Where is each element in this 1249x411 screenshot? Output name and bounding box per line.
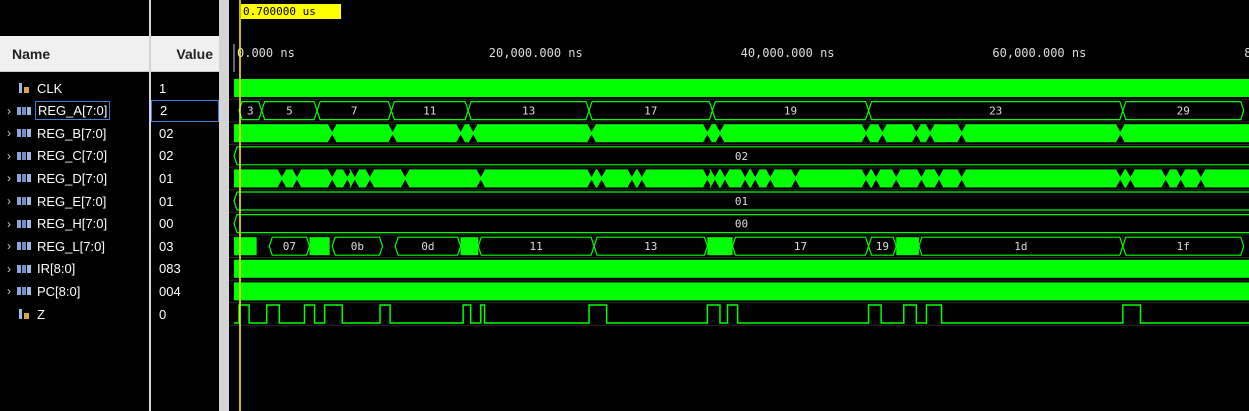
wave-bus-value: 19 [784, 105, 797, 118]
wave-solid [896, 237, 919, 256]
signal-row-ir[interactable]: › IR[8:0] [0, 258, 149, 280]
bus-signal-icon [16, 239, 32, 253]
signal-name[interactable]: REG_C[7:0] [35, 147, 109, 164]
ruler-tick-label: 40,000.000 ns [741, 46, 835, 60]
ruler-tick-label: 0.000 ns [237, 46, 295, 60]
signal-name[interactable]: REG_E[7:0] [35, 193, 108, 210]
wave-bus-value: 17 [644, 105, 657, 118]
wave-bus-value: 23 [989, 105, 1002, 118]
signal-row-reg_d[interactable]: › REG_D[7:0] [0, 167, 149, 189]
name-column-header[interactable]: Name [0, 36, 149, 72]
wave-solid [460, 237, 479, 256]
signal-name[interactable]: REG_D[7:0] [35, 170, 109, 187]
ruler-tick-label: 20,000.000 ns [489, 46, 583, 60]
wave-bus-value: 5 [286, 105, 293, 118]
wave-bus-value: 00 [735, 218, 748, 231]
signal-value[interactable]: 004 [151, 280, 219, 302]
signal-name[interactable]: REG_A[7:0] [35, 101, 111, 121]
wave-bus-value: 1f [1177, 240, 1190, 253]
wave-solid [309, 237, 330, 256]
signal-name[interactable]: Z [35, 306, 47, 323]
value-column-header[interactable]: Value [151, 36, 219, 72]
waveform-viewer: Name Value 0.000 ns 20,000.000 ns 40,000.0… [0, 0, 1249, 411]
wave-solid [234, 237, 257, 256]
wave-solid [234, 79, 1249, 97]
expand-chevron-icon[interactable]: › [2, 104, 16, 118]
signal-row-reg_e[interactable]: › REG_E[7:0] [0, 190, 149, 212]
bit-signal-icon [16, 81, 32, 95]
waveform-canvas[interactable]: 0.000 ns 20,000.000 ns 40,000.000 ns 60,000… [229, 0, 1249, 411]
signal-name[interactable]: CLK [35, 80, 64, 97]
expand-chevron-icon[interactable]: › [2, 194, 16, 208]
wave-digital [234, 304, 1249, 324]
panel-splitter[interactable] [219, 0, 229, 411]
bus-signal-icon [16, 217, 32, 231]
wave-bus-value: 7 [351, 105, 358, 118]
bus-signal-icon [16, 126, 32, 140]
wave-bus-value: 0b [351, 240, 364, 253]
signal-name[interactable]: REG_B[7:0] [35, 125, 108, 142]
wave-bus-value: 11 [423, 105, 436, 118]
signal-value[interactable]: 1 [151, 77, 219, 99]
ruler-tick-label: 8 [1244, 46, 1249, 60]
wave-solid [234, 282, 1249, 301]
signal-value[interactable]: 02 [151, 145, 219, 167]
bus-signal-icon [16, 171, 32, 185]
bus-signal-icon [16, 262, 32, 276]
wave-bus-value: 13 [644, 240, 657, 253]
bus-signal-icon [16, 104, 32, 118]
bus-signal-icon [16, 194, 32, 208]
wave-bus-value: 29 [1177, 105, 1190, 118]
expand-chevron-icon[interactable]: › [2, 284, 16, 298]
signal-row-reg_b[interactable]: › REG_B[7:0] [0, 122, 149, 144]
signal-name[interactable]: PC[8:0] [35, 283, 82, 300]
signal-row-reg_c[interactable]: › REG_C[7:0] [0, 145, 149, 167]
wave-bus-value: 17 [794, 240, 807, 253]
timeline-ruler[interactable] [229, 36, 1249, 72]
wave-bus-value: 01 [735, 195, 748, 208]
signal-value[interactable]: 03 [151, 235, 219, 257]
signal-row-reg_a[interactable]: › REG_A[7:0] [0, 100, 149, 122]
signal-row-z[interactable]: Z [0, 303, 149, 325]
wave-bus-value: 0d [421, 240, 434, 253]
expand-chevron-icon[interactable]: › [2, 171, 16, 185]
expand-chevron-icon[interactable]: › [2, 126, 16, 140]
expand-chevron-icon[interactable]: › [2, 262, 16, 276]
signal-name[interactable]: IR[8:0] [35, 260, 77, 277]
signal-name[interactable]: REG_L[7:0] [35, 238, 107, 255]
signal-value[interactable]: 01 [151, 167, 219, 189]
bus-signal-icon [16, 149, 32, 163]
signal-value[interactable]: 0 [151, 303, 219, 325]
wave-solid [234, 124, 1249, 143]
wave-bus-value: 3 [247, 105, 254, 118]
wave-bus-value: 07 [283, 240, 296, 253]
wave-solid [707, 237, 733, 256]
wave-bus-value: 19 [876, 240, 889, 253]
wave-bus-value: 1d [1014, 240, 1027, 253]
signal-row-clk[interactable]: CLK [0, 77, 149, 99]
ruler-tick-label: 60,000.000 ns [992, 46, 1086, 60]
signal-value[interactable]: 083 [151, 258, 219, 280]
wave-bus-value: 13 [522, 105, 535, 118]
expand-chevron-icon[interactable]: › [2, 217, 16, 231]
signal-row-reg_l[interactable]: › REG_L[7:0] [0, 235, 149, 257]
signal-row-pc[interactable]: › PC[8:0] [0, 280, 149, 302]
signal-value[interactable]: 02 [151, 122, 219, 144]
wave-solid [234, 259, 1249, 278]
signal-value[interactable]: 01 [151, 190, 219, 212]
cursor-time-label: 0.700000 us [243, 5, 316, 18]
wave-bus-value: 02 [735, 150, 748, 163]
wave-bus-value: 11 [530, 240, 543, 253]
signal-name[interactable]: REG_H[7:0] [35, 215, 109, 232]
signal-row-reg_h[interactable]: › REG_H[7:0] [0, 213, 149, 235]
bit-signal-icon [16, 307, 32, 321]
signal-value[interactable]: 00 [151, 213, 219, 235]
signal-value[interactable]: 2 [151, 99, 219, 122]
expand-chevron-icon[interactable]: › [2, 239, 16, 253]
expand-chevron-icon[interactable]: › [2, 149, 16, 163]
bus-signal-icon [16, 284, 32, 298]
